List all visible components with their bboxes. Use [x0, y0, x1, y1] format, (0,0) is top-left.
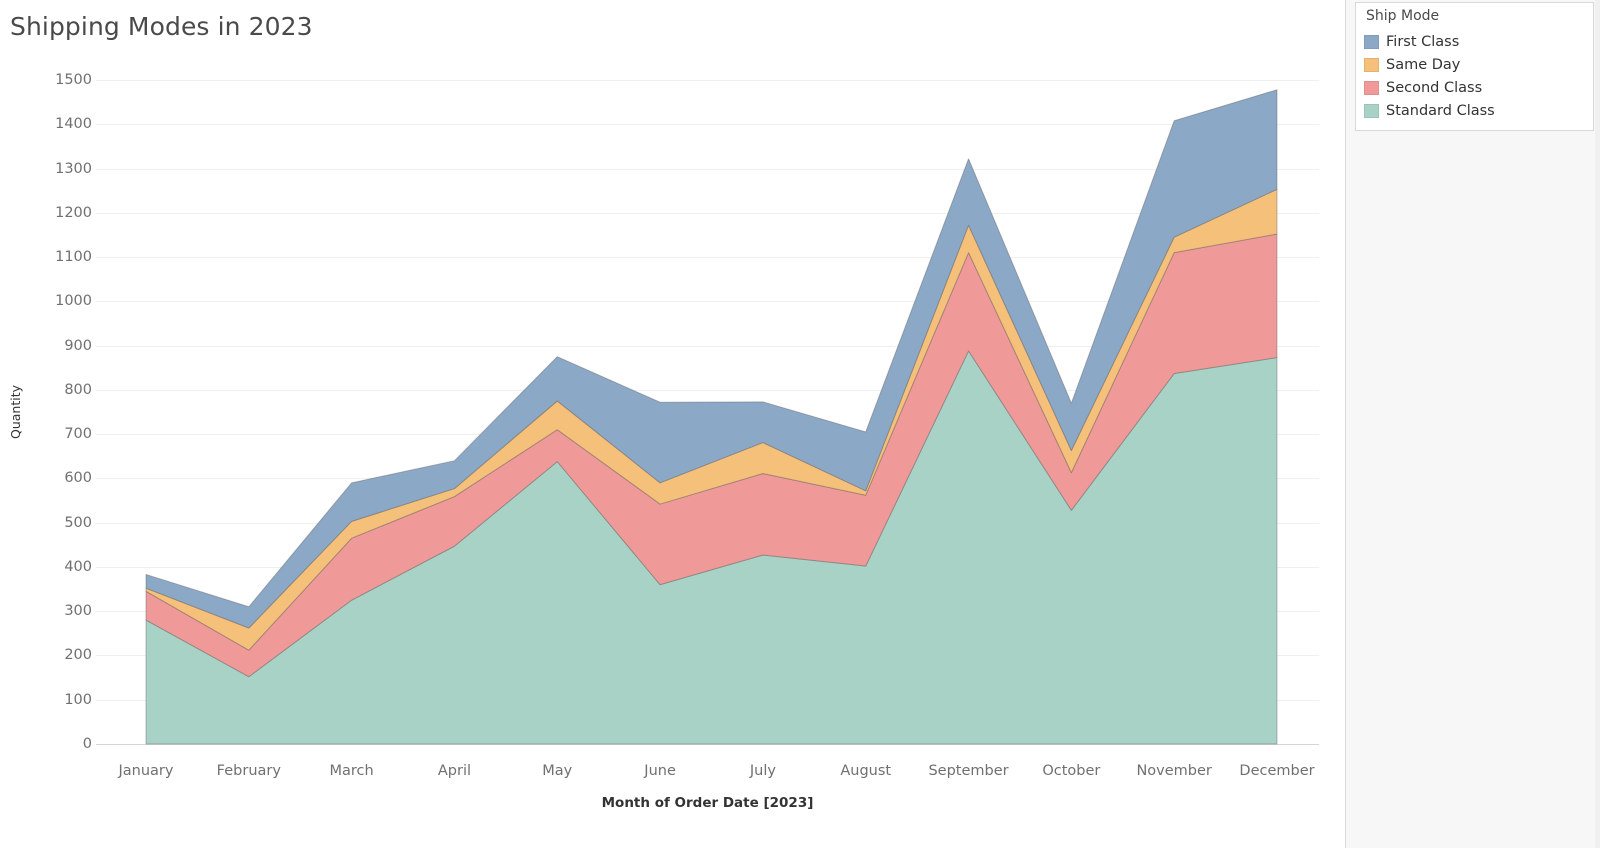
plot-area[interactable]: 0 100 200 300 400 500 600 700 800 900 1000 1100 1200… [0, 0, 1345, 848]
legend-item-label: Standard Class [1386, 102, 1495, 119]
legend-item-second-class[interactable]: Second Class [1364, 76, 1585, 99]
legend-item-label: First Class [1386, 33, 1460, 50]
x-axis-tick-label: July [749, 763, 776, 779]
x-axis-tick-label: February [216, 763, 281, 779]
legend-item-same-day[interactable]: Same Day [1364, 53, 1585, 76]
ship-mode-legend[interactable]: Ship Mode First Class Same Day Second Clas… [1355, 2, 1594, 131]
x-axis-tick-label: April [437, 763, 472, 779]
x-axis-tick-label: September [928, 763, 1009, 779]
chart-application: Shipping Modes in 2023 0 100 200 300 400 500 6… [0, 0, 1600, 848]
legend-scrollbar[interactable] [1595, 0, 1600, 848]
legend-item-label: Same Day [1386, 56, 1461, 73]
x-axis-tick-label: October [1042, 763, 1101, 779]
x-axis-tick-label: January [118, 763, 174, 779]
x-axis-tick-label: August [840, 763, 892, 779]
x-axis-tick-label: November [1136, 763, 1212, 779]
x-axis-tick-label: December [1239, 763, 1315, 779]
legend-title: Ship Mode [1366, 8, 1440, 24]
legend-panel: Ship Mode First Class Same Day Second Clas… [1345, 0, 1600, 848]
x-axis-tick-label: May [542, 763, 573, 779]
legend-item-first-class[interactable]: First Class [1364, 30, 1585, 53]
stacked-area-series[interactable] [0, 0, 1345, 848]
x-axis-title: Month of Order Date [2023] [601, 795, 814, 811]
legend-swatch-icon [1364, 103, 1379, 118]
legend-item-label: Second Class [1386, 79, 1483, 96]
chart-worksheet: Shipping Modes in 2023 0 100 200 300 400 500 6… [0, 0, 1345, 848]
x-axis-tick-label: June [644, 763, 676, 779]
y-axis-title: Quantity [8, 384, 23, 440]
x-axis-tick-label: March [329, 763, 374, 779]
legend-items: First Class Same Day Second Class Standard … [1364, 30, 1585, 122]
legend-swatch-icon [1364, 80, 1379, 95]
legend-item-standard-class[interactable]: Standard Class [1364, 99, 1585, 122]
legend-swatch-icon [1364, 34, 1379, 49]
legend-swatch-icon [1364, 57, 1379, 72]
